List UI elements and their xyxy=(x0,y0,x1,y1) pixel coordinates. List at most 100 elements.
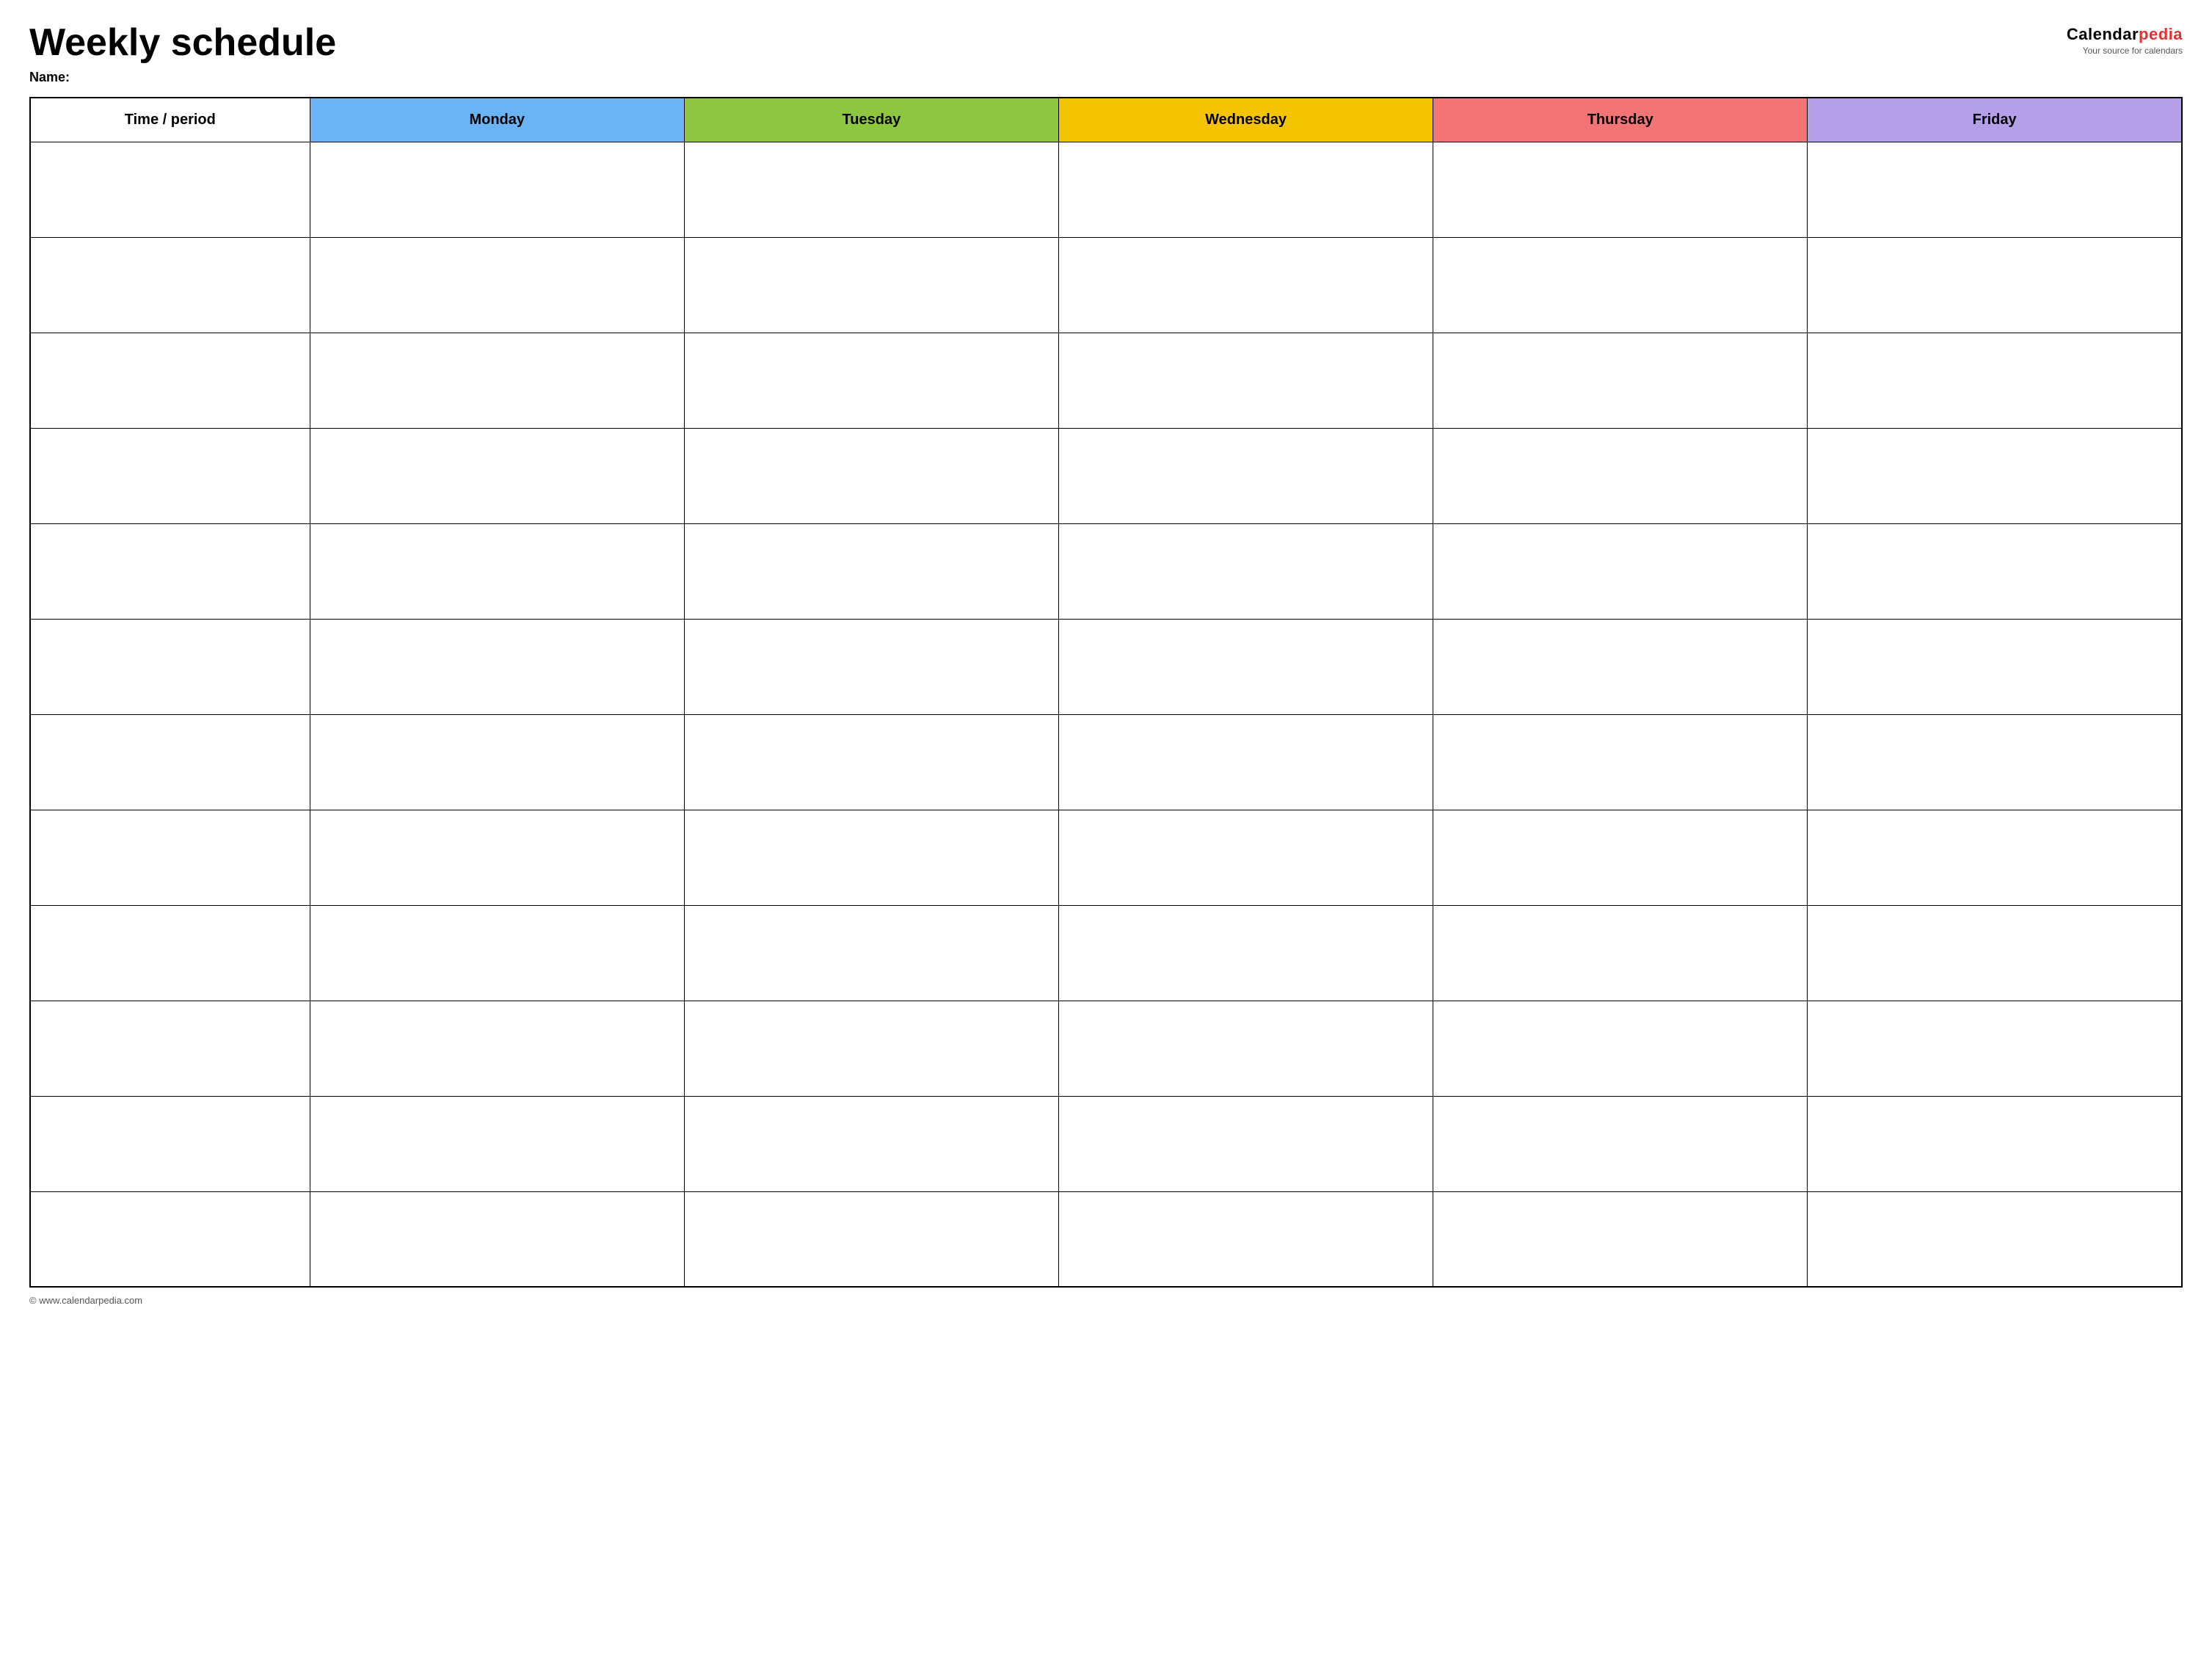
cell-row5-col0[interactable] xyxy=(30,523,310,619)
cell-row11-col4[interactable] xyxy=(1433,1096,1808,1191)
table-row xyxy=(30,905,2182,1001)
cell-row3-col1[interactable] xyxy=(310,333,684,428)
cell-row3-col5[interactable] xyxy=(1808,333,2182,428)
cell-row9-col4[interactable] xyxy=(1433,905,1808,1001)
cell-row11-col1[interactable] xyxy=(310,1096,684,1191)
cell-row6-col1[interactable] xyxy=(310,619,684,714)
cell-row11-col2[interactable] xyxy=(684,1096,1058,1191)
cell-row3-col4[interactable] xyxy=(1433,333,1808,428)
cell-row1-col0[interactable] xyxy=(30,142,310,237)
cell-row7-col1[interactable] xyxy=(310,714,684,810)
cell-row2-col3[interactable] xyxy=(1058,237,1433,333)
cell-row4-col1[interactable] xyxy=(310,428,684,523)
cell-row1-col5[interactable] xyxy=(1808,142,2182,237)
cell-row2-col1[interactable] xyxy=(310,237,684,333)
cell-row12-col0[interactable] xyxy=(30,1191,310,1287)
table-row xyxy=(30,1001,2182,1096)
table-row xyxy=(30,237,2182,333)
cell-row10-col0[interactable] xyxy=(30,1001,310,1096)
cell-row8-col0[interactable] xyxy=(30,810,310,905)
logo-calendar: Calendar xyxy=(2067,25,2139,43)
cell-row5-col3[interactable] xyxy=(1058,523,1433,619)
cell-row11-col5[interactable] xyxy=(1808,1096,2182,1191)
cell-row8-col3[interactable] xyxy=(1058,810,1433,905)
cell-row2-col4[interactable] xyxy=(1433,237,1808,333)
table-row xyxy=(30,523,2182,619)
table-row xyxy=(30,1191,2182,1287)
cell-row9-col3[interactable] xyxy=(1058,905,1433,1001)
table-row xyxy=(30,619,2182,714)
cell-row5-col4[interactable] xyxy=(1433,523,1808,619)
cell-row4-col3[interactable] xyxy=(1058,428,1433,523)
cell-row4-col5[interactable] xyxy=(1808,428,2182,523)
cell-row6-col5[interactable] xyxy=(1808,619,2182,714)
col-header-tuesday: Tuesday xyxy=(684,98,1058,142)
cell-row6-col2[interactable] xyxy=(684,619,1058,714)
cell-row8-col1[interactable] xyxy=(310,810,684,905)
cell-row7-col3[interactable] xyxy=(1058,714,1433,810)
table-row xyxy=(30,333,2182,428)
cell-row8-col4[interactable] xyxy=(1433,810,1808,905)
page-header: Weekly schedule Name: Calendarpedia Your… xyxy=(29,22,2183,85)
cell-row5-col1[interactable] xyxy=(310,523,684,619)
cell-row6-col4[interactable] xyxy=(1433,619,1808,714)
table-header-row: Time / period Monday Tuesday Wednesday T… xyxy=(30,98,2182,142)
copyright-text: © www.calendarpedia.com xyxy=(29,1295,142,1306)
logo-text: Calendarpedia xyxy=(2067,25,2183,44)
page-title: Weekly schedule xyxy=(29,22,336,64)
cell-row6-col3[interactable] xyxy=(1058,619,1433,714)
logo-pedia: pedia xyxy=(2139,25,2183,43)
schedule-table: Time / period Monday Tuesday Wednesday T… xyxy=(29,97,2183,1288)
cell-row10-col1[interactable] xyxy=(310,1001,684,1096)
cell-row5-col5[interactable] xyxy=(1808,523,2182,619)
cell-row7-col4[interactable] xyxy=(1433,714,1808,810)
cell-row2-col0[interactable] xyxy=(30,237,310,333)
cell-row8-col2[interactable] xyxy=(684,810,1058,905)
col-header-thursday: Thursday xyxy=(1433,98,1808,142)
cell-row10-col4[interactable] xyxy=(1433,1001,1808,1096)
cell-row4-col0[interactable] xyxy=(30,428,310,523)
cell-row12-col3[interactable] xyxy=(1058,1191,1433,1287)
cell-row1-col4[interactable] xyxy=(1433,142,1808,237)
table-row xyxy=(30,428,2182,523)
cell-row5-col2[interactable] xyxy=(684,523,1058,619)
cell-row9-col0[interactable] xyxy=(30,905,310,1001)
cell-row10-col5[interactable] xyxy=(1808,1001,2182,1096)
cell-row9-col1[interactable] xyxy=(310,905,684,1001)
cell-row9-col5[interactable] xyxy=(1808,905,2182,1001)
cell-row3-col2[interactable] xyxy=(684,333,1058,428)
table-row xyxy=(30,1096,2182,1191)
cell-row2-col5[interactable] xyxy=(1808,237,2182,333)
cell-row12-col5[interactable] xyxy=(1808,1191,2182,1287)
table-row xyxy=(30,714,2182,810)
cell-row4-col2[interactable] xyxy=(684,428,1058,523)
logo-area: Calendarpedia Your source for calendars xyxy=(2067,25,2183,56)
cell-row6-col0[interactable] xyxy=(30,619,310,714)
cell-row3-col3[interactable] xyxy=(1058,333,1433,428)
cell-row1-col3[interactable] xyxy=(1058,142,1433,237)
col-header-wednesday: Wednesday xyxy=(1058,98,1433,142)
cell-row10-col2[interactable] xyxy=(684,1001,1058,1096)
cell-row9-col2[interactable] xyxy=(684,905,1058,1001)
cell-row11-col3[interactable] xyxy=(1058,1096,1433,1191)
cell-row7-col5[interactable] xyxy=(1808,714,2182,810)
cell-row3-col0[interactable] xyxy=(30,333,310,428)
cell-row7-col0[interactable] xyxy=(30,714,310,810)
cell-row4-col4[interactable] xyxy=(1433,428,1808,523)
cell-row1-col2[interactable] xyxy=(684,142,1058,237)
cell-row12-col4[interactable] xyxy=(1433,1191,1808,1287)
cell-row7-col2[interactable] xyxy=(684,714,1058,810)
table-row xyxy=(30,142,2182,237)
col-header-friday: Friday xyxy=(1808,98,2182,142)
logo-tagline: Your source for calendars xyxy=(2083,46,2183,56)
cell-row12-col2[interactable] xyxy=(684,1191,1058,1287)
cell-row2-col2[interactable] xyxy=(684,237,1058,333)
cell-row10-col3[interactable] xyxy=(1058,1001,1433,1096)
footer: © www.calendarpedia.com xyxy=(29,1295,2183,1306)
title-area: Weekly schedule Name: xyxy=(29,22,336,85)
cell-row12-col1[interactable] xyxy=(310,1191,684,1287)
cell-row11-col0[interactable] xyxy=(30,1096,310,1191)
table-row xyxy=(30,810,2182,905)
cell-row1-col1[interactable] xyxy=(310,142,684,237)
cell-row8-col5[interactable] xyxy=(1808,810,2182,905)
